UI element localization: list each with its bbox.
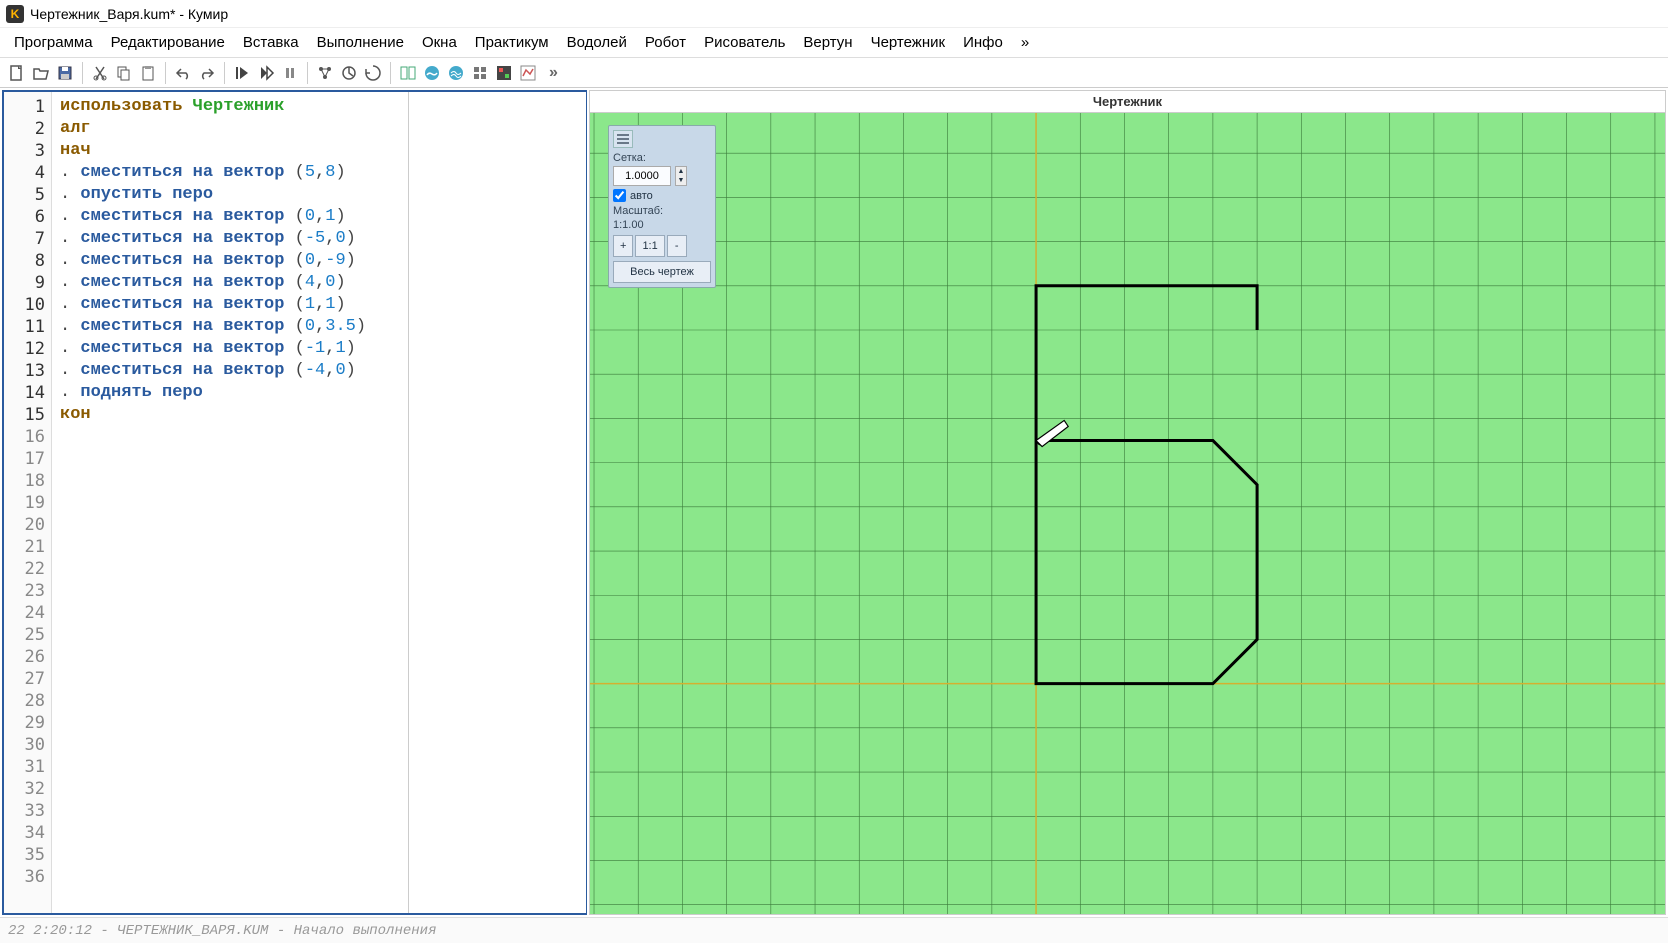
window-title: Чертежник_Варя.kum* - Кумир: [30, 6, 228, 22]
plugin-5-icon[interactable]: [493, 62, 515, 84]
menu-item-5[interactable]: Практикум: [467, 30, 557, 55]
zoom-in-button[interactable]: +: [613, 235, 633, 257]
cut-icon[interactable]: [89, 62, 111, 84]
canvas-title: Чертежник: [590, 91, 1665, 113]
plugin-3-icon[interactable]: [445, 62, 467, 84]
toolbar-overflow[interactable]: »: [545, 64, 562, 82]
module-1-icon[interactable]: [314, 62, 336, 84]
canvas-controls: Сетка: ▲▼ авто Масштаб: 1:1.00 + 1:1 - В…: [608, 125, 716, 288]
editor-vbar: [408, 92, 409, 913]
plugin-6-icon[interactable]: [517, 62, 539, 84]
menu-item-10[interactable]: Чертежник: [863, 30, 954, 55]
open-file-icon[interactable]: [30, 62, 52, 84]
plugin-2-icon[interactable]: [421, 62, 443, 84]
plugin-1-icon[interactable]: [397, 62, 419, 84]
menu-item-7[interactable]: Робот: [637, 30, 694, 55]
scale-value: 1:1.00: [613, 219, 711, 231]
menu-item-12[interactable]: »: [1013, 30, 1037, 55]
redo-icon[interactable]: [196, 62, 218, 84]
line-gutter: 1234567891011121314151617181920212223242…: [4, 92, 52, 913]
menu-item-2[interactable]: Вставка: [235, 30, 307, 55]
canvas-panel: Чертежник Сетка: ▲▼ авто Масштаб: 1:1.00…: [589, 90, 1666, 915]
pause-icon[interactable]: [279, 62, 301, 84]
menu-item-6[interactable]: Водолей: [559, 30, 635, 55]
auto-checkbox[interactable]: [613, 189, 626, 202]
grid-label: Сетка:: [613, 152, 711, 164]
new-file-icon[interactable]: [6, 62, 28, 84]
save-file-icon[interactable]: [54, 62, 76, 84]
run-step-icon[interactable]: [255, 62, 277, 84]
menu-item-11[interactable]: Инфо: [955, 30, 1011, 55]
code-area[interactable]: использовать Чертежникалгнач. сместиться…: [52, 92, 586, 913]
auto-label: авто: [630, 190, 653, 202]
menu-item-9[interactable]: Вертун: [795, 30, 860, 55]
scale-label: Масштаб:: [613, 205, 711, 217]
run-icon[interactable]: [231, 62, 253, 84]
module-3-icon[interactable]: [362, 62, 384, 84]
plugin-4-icon[interactable]: [469, 62, 491, 84]
toolbar: »: [0, 58, 1668, 88]
undo-icon[interactable]: [172, 62, 194, 84]
app-icon: K: [6, 5, 24, 23]
code-editor[interactable]: 1234567891011121314151617181920212223242…: [4, 92, 586, 913]
hamburger-icon[interactable]: [613, 130, 633, 148]
menu-item-0[interactable]: Программа: [6, 30, 101, 55]
drawing-canvas: [590, 113, 1665, 914]
editor-panel: 1234567891011121314151617181920212223242…: [2, 90, 587, 915]
canvas-body[interactable]: Сетка: ▲▼ авто Масштаб: 1:1.00 + 1:1 - В…: [590, 113, 1665, 914]
grid-spinner[interactable]: ▲▼: [675, 166, 687, 186]
zoom-reset-button[interactable]: 1:1: [635, 235, 664, 257]
module-2-icon[interactable]: [338, 62, 360, 84]
paste-icon[interactable]: [137, 62, 159, 84]
menubar: ПрограммаРедактированиеВставкаВыполнение…: [0, 28, 1668, 58]
menu-item-3[interactable]: Выполнение: [309, 30, 412, 55]
main-split: 1234567891011121314151617181920212223242…: [0, 88, 1668, 917]
copy-icon[interactable]: [113, 62, 135, 84]
titlebar: K Чертежник_Варя.kum* - Кумир: [0, 0, 1668, 28]
grid-value-input[interactable]: [613, 166, 671, 186]
menu-item-1[interactable]: Редактирование: [103, 30, 233, 55]
status-bar: 22 2:20:12 - ЧЕРТЕЖНИК_ВАРЯ.KUM - Начало…: [0, 917, 1668, 943]
zoom-out-button[interactable]: -: [667, 235, 687, 257]
menu-item-4[interactable]: Окна: [414, 30, 465, 55]
fit-all-button[interactable]: Весь чертеж: [613, 261, 711, 283]
menu-item-8[interactable]: Рисователь: [696, 30, 793, 55]
